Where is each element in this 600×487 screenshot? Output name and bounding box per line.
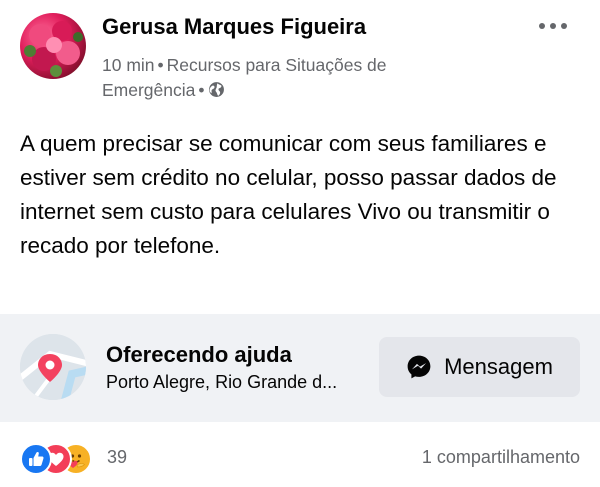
globe-icon[interactable] bbox=[208, 81, 225, 98]
card-title: Oferecendo ajuda bbox=[106, 342, 292, 367]
post-header: Gerusa Marques Figueira 10 min • Recursos … bbox=[0, 0, 600, 115]
share-count[interactable]: 1 compartilhamento bbox=[422, 447, 580, 468]
author-name[interactable]: Gerusa Marques Figueira bbox=[102, 14, 366, 40]
message-button[interactable]: Mensagem bbox=[379, 337, 580, 397]
map-pin-icon bbox=[20, 334, 86, 400]
meta-separator: • bbox=[198, 80, 205, 100]
message-button-label: Mensagem bbox=[444, 354, 553, 379]
post-time[interactable]: 10 min bbox=[102, 55, 155, 75]
reactions-summary[interactable] bbox=[20, 443, 100, 475]
post-footer: 39 1 compartilhamento bbox=[0, 435, 600, 480]
reaction-count[interactable]: 39 bbox=[107, 447, 127, 468]
help-card[interactable]: Oferecendo ajuda Porto Alegre, Rio Grand… bbox=[0, 314, 600, 422]
like-reaction-icon bbox=[20, 443, 52, 475]
meta-separator: • bbox=[157, 55, 164, 75]
post-text: A quem precisar se comunicar com seus fa… bbox=[20, 131, 557, 258]
author-avatar[interactable] bbox=[20, 13, 86, 79]
more-options-button[interactable] bbox=[535, 14, 571, 38]
messenger-icon bbox=[407, 355, 431, 379]
post-meta: 10 min • Recursos para Situações de Emergê… bbox=[102, 53, 482, 103]
more-options-icon bbox=[539, 23, 567, 29]
card-location: Porto Alegre, Rio Grande d... bbox=[106, 372, 338, 392]
